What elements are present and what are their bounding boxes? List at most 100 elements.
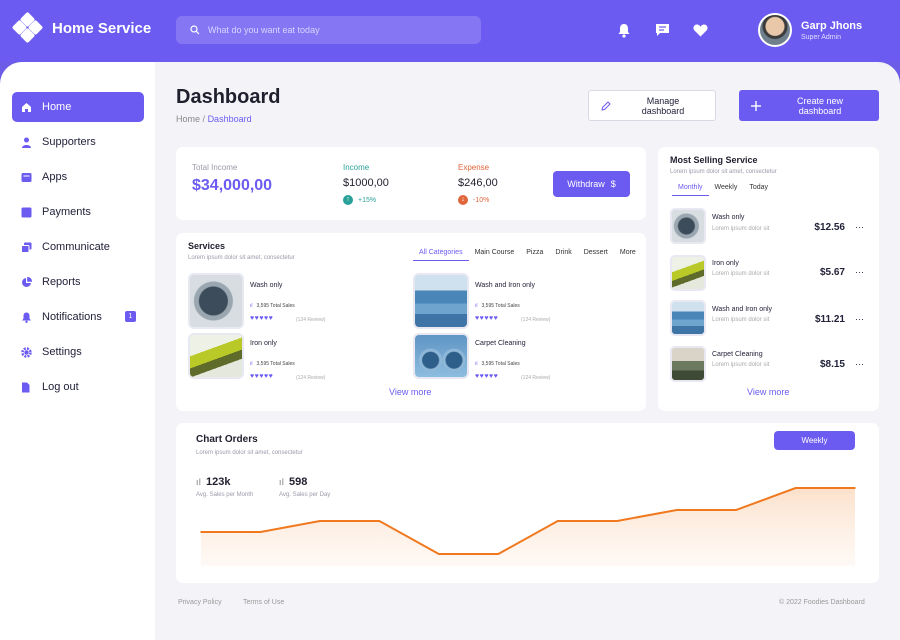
service-sales: ıl 3,595 Total Sales xyxy=(475,361,520,367)
tab-monthly[interactable]: Monthly xyxy=(672,184,709,196)
service-name[interactable]: Wash only xyxy=(250,282,282,289)
chart-orders-title: Chart Orders xyxy=(196,434,258,445)
create-dashboard-button[interactable]: Create new dashboard xyxy=(739,90,879,121)
sidebar-item-supporters[interactable]: Supporters xyxy=(12,127,144,157)
app-logo[interactable]: Home Service xyxy=(11,11,151,44)
tab-today[interactable]: Today xyxy=(743,184,774,196)
tab-pizza[interactable]: Pizza xyxy=(520,249,549,261)
sidebar-item-label: Home xyxy=(42,101,72,113)
tab-weekly[interactable]: Weekly xyxy=(709,184,744,196)
selling-item-price: $11.21 xyxy=(814,314,845,325)
income-value: $1000,00 xyxy=(343,177,389,189)
user-icon xyxy=(22,137,31,148)
sidebar-item-label: Supporters xyxy=(42,136,96,148)
tab-more[interactable]: More xyxy=(614,249,642,261)
sidebar-item-home[interactable]: Home xyxy=(12,92,144,122)
sidebar-item-notifications[interactable]: Notifications 1 xyxy=(12,302,144,332)
chart-point xyxy=(854,487,856,489)
service-name[interactable]: Iron only xyxy=(250,340,277,347)
service-sales: ıl 3,595 Total Sales xyxy=(250,361,295,367)
pie-chart-icon xyxy=(22,276,32,287)
sidebar-item-settings[interactable]: Settings xyxy=(12,337,144,367)
service-reviews: (124 Review) xyxy=(296,375,326,381)
income-label: Income xyxy=(343,163,370,172)
service-sales-value: 3,595 Total Sales xyxy=(256,361,295,367)
copyright-text: © 2022 Foodies Dashboard xyxy=(779,599,865,606)
tab-dessert[interactable]: Dessert xyxy=(578,249,614,261)
chart-point xyxy=(497,553,500,555)
sidebar-item-label: Communicate xyxy=(42,241,110,253)
notification-badge: 1 xyxy=(125,311,136,322)
service-image-wash[interactable] xyxy=(188,273,244,329)
home-icon xyxy=(22,102,31,112)
selling-image-wash-iron[interactable] xyxy=(670,300,706,336)
services-view-more[interactable]: View more xyxy=(389,387,431,397)
sidebar-item-label: Log out xyxy=(42,381,79,393)
withdraw-button[interactable]: Withdraw $ xyxy=(553,171,630,197)
sidebar-item-apps[interactable]: Apps xyxy=(12,162,144,192)
service-image-iron[interactable] xyxy=(188,333,244,379)
sidebar-item-payments[interactable]: Payments xyxy=(12,197,144,227)
selling-item-desc: Lorem ipsum dolor sit xyxy=(712,317,770,323)
service-name[interactable]: Carpet Cleaning xyxy=(475,340,526,347)
user-name: Garp Jhons xyxy=(801,20,863,32)
bar-chart-icon: ıl xyxy=(250,361,253,367)
more-options-icon[interactable]: ··· xyxy=(855,267,864,277)
sidebar-item-communicate[interactable]: Communicate xyxy=(12,232,144,262)
search-bar[interactable] xyxy=(176,16,481,44)
avatar[interactable] xyxy=(758,13,792,47)
selling-item-name[interactable]: Wash and Iron only xyxy=(712,306,772,313)
service-name[interactable]: Wash and Iron only xyxy=(475,282,535,289)
bell-icon[interactable] xyxy=(614,20,634,40)
more-options-icon[interactable]: ··· xyxy=(855,314,864,324)
chart-area xyxy=(201,488,855,566)
manage-dashboard-button[interactable]: Manage dashboard xyxy=(588,90,716,121)
selling-item-name[interactable]: Carpet Cleaning xyxy=(712,351,763,358)
selling-image-wash[interactable] xyxy=(670,208,706,244)
logo-icon xyxy=(11,11,44,44)
page-title: Dashboard xyxy=(176,86,281,108)
arrow-down-icon: ↓ xyxy=(458,195,468,205)
selling-item-desc: Lorem ipsum dolor sit xyxy=(712,271,770,277)
service-image-wash-iron[interactable] xyxy=(413,273,469,329)
sidebar-item-label: Settings xyxy=(42,346,82,358)
service-sales-value: 3,595 Total Sales xyxy=(256,303,295,309)
terms-link[interactable]: Terms of Use xyxy=(243,599,284,606)
most-selling-title: Most Selling Service xyxy=(670,155,758,165)
services-tabs: All Categories Main Course Pizza Drink D… xyxy=(413,249,642,261)
user-role: Super Admin xyxy=(801,34,842,41)
breadcrumb: Home / Dashboard xyxy=(176,114,252,124)
chart-point xyxy=(616,520,618,522)
income-change-value: +15% xyxy=(358,196,377,204)
selling-item-name[interactable]: Iron only xyxy=(712,260,739,267)
most-selling-view-more[interactable]: View more xyxy=(747,387,789,397)
search-input[interactable] xyxy=(208,25,458,35)
chart-point xyxy=(438,553,440,555)
payments-icon xyxy=(21,207,32,217)
sidebar-item-label: Payments xyxy=(42,206,91,218)
tab-drink[interactable]: Drink xyxy=(549,249,577,261)
chart-point xyxy=(675,509,678,511)
chat-icon[interactable] xyxy=(652,20,672,40)
heart-icon[interactable] xyxy=(690,20,710,40)
service-reviews: (124 Review) xyxy=(296,317,326,323)
selling-image-iron[interactable] xyxy=(670,255,706,291)
selling-image-carpet[interactable] xyxy=(670,346,706,382)
tab-main-course[interactable]: Main Course xyxy=(469,249,521,261)
service-image-carpet[interactable] xyxy=(413,333,469,379)
selling-item-desc: Lorem ipsum dolor sit xyxy=(712,362,770,368)
total-income-label: Total Income xyxy=(192,163,238,172)
weekly-button[interactable]: Weekly xyxy=(774,431,855,450)
chart-point xyxy=(378,520,381,522)
tab-all-categories[interactable]: All Categories xyxy=(413,249,469,261)
sidebar-item-reports[interactable]: Reports xyxy=(12,267,144,297)
selling-item-name[interactable]: Wash only xyxy=(712,214,744,221)
breadcrumb-home[interactable]: Home xyxy=(176,114,200,124)
service-sales: ıl 3,595 Total Sales xyxy=(475,303,520,309)
sidebar-item-logout[interactable]: Log out xyxy=(12,372,144,402)
privacy-link[interactable]: Privacy Policy xyxy=(178,599,222,606)
more-options-icon[interactable]: ··· xyxy=(855,359,864,369)
chart-point xyxy=(200,531,202,533)
more-options-icon[interactable]: ··· xyxy=(855,222,864,232)
income-change: ↑ +15% xyxy=(343,195,376,205)
